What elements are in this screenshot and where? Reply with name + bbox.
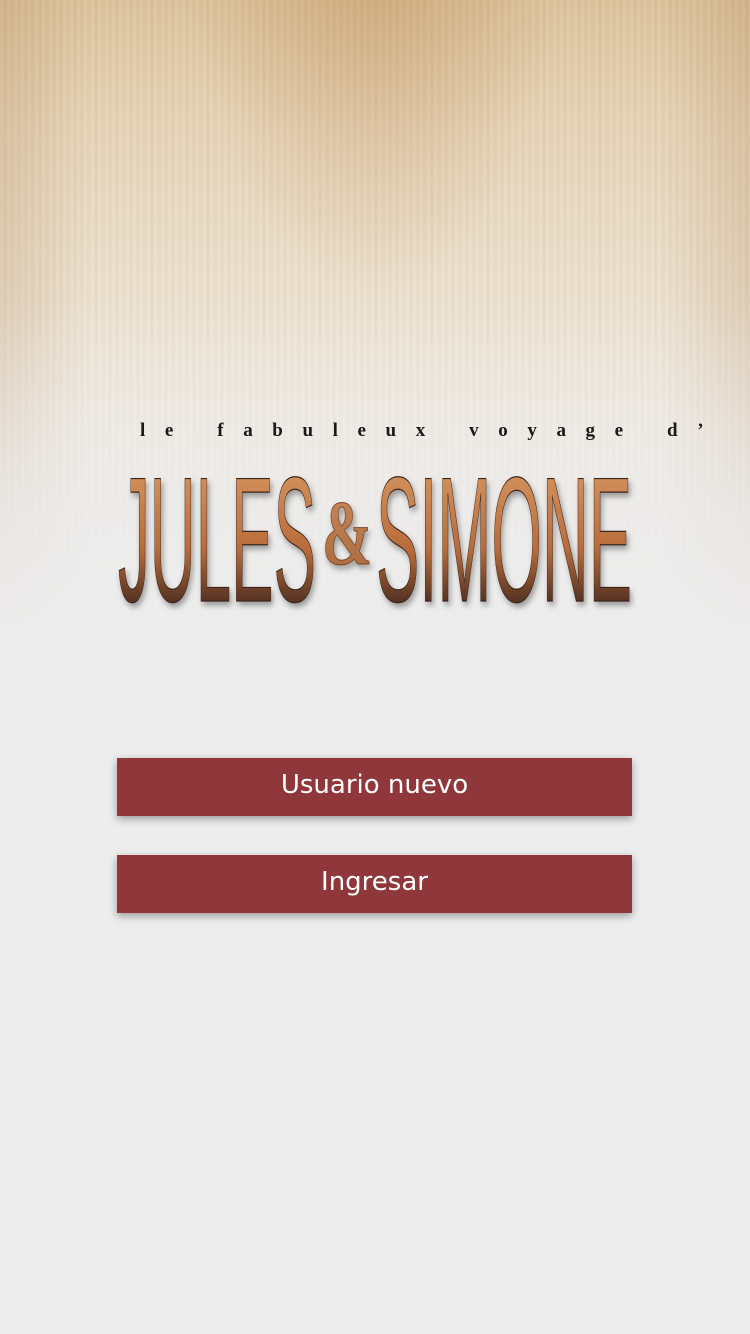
- logo-wordmark: JULES & SIMONE: [117, 446, 632, 616]
- login-button-label: Ingresar: [321, 867, 428, 897]
- new-user-button[interactable]: Usuario nuevo: [117, 758, 632, 816]
- logo-ampersand: &: [322, 482, 372, 584]
- login-button[interactable]: Ingresar: [117, 855, 632, 913]
- logo-name-simone: SIMONE: [376, 446, 632, 616]
- logo-tagline: le fabuleux voyage d’: [140, 420, 724, 441]
- new-user-button-label: Usuario nuevo: [280, 770, 469, 800]
- app-logo: le fabuleux voyage d’ JULES & SIMONE: [110, 418, 724, 618]
- logo-name-jules: JULES: [118, 446, 316, 616]
